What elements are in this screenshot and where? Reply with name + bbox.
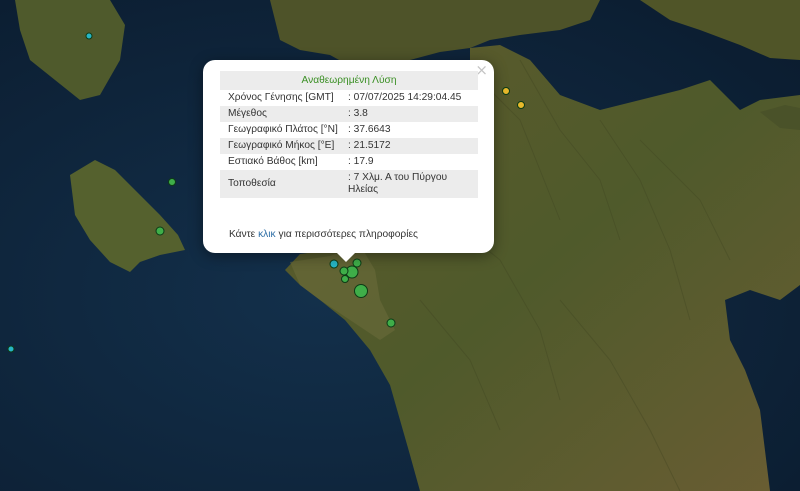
- quake-marker[interactable]: [168, 178, 176, 186]
- quake-marker[interactable]: [354, 284, 368, 298]
- table-row: Εστιακό Βάθος [km] : 17.9: [220, 154, 478, 170]
- location-value: : 7 Χλμ. Α του Πύργου Ηλείας: [343, 170, 478, 198]
- earthquake-info-popup: × Αναθεωρημένη Λύση Χρόνος Γένησης [GMT]…: [203, 60, 494, 253]
- quake-marker[interactable]: [155, 226, 165, 236]
- popup-tip: [336, 252, 356, 262]
- more-info-suffix: για περισσότερες πληροφορίες: [278, 229, 418, 240]
- magnitude-label: Μέγεθος: [220, 106, 343, 122]
- more-info-link[interactable]: κλικ: [258, 229, 276, 240]
- quake-marker[interactable]: [339, 266, 349, 276]
- table-row: Τοποθεσία : 7 Χλμ. Α του Πύργου Ηλείας: [220, 170, 478, 198]
- depth-label: Εστιακό Βάθος [km]: [228, 156, 318, 167]
- latitude-label: Γεωγραφικό Πλάτος [°N]: [228, 124, 338, 135]
- table-row: Χρόνος Γένησης [GMT] : 07/07/2025 14:29:…: [220, 90, 478, 106]
- more-info-line: Κάντε κλικ για περισσότερες πληροφορίες: [229, 229, 418, 240]
- more-info-prefix: Κάντε: [229, 229, 256, 240]
- latitude-value: : 37.6643: [348, 124, 391, 135]
- origin-time-value: : 07/07/2025 14:29:04.45: [348, 92, 462, 103]
- magnitude-value: : 3.8: [343, 106, 478, 122]
- quake-marker-cyan[interactable]: [7, 345, 15, 353]
- quake-marker-yellow[interactable]: [502, 87, 510, 95]
- quake-details-table: Αναθεωρημένη Λύση Χρόνος Γένησης [GMT] :…: [220, 71, 478, 198]
- quake-marker-yellow[interactable]: [517, 101, 525, 109]
- popup-title: Αναθεωρημένη Λύση: [220, 71, 478, 90]
- origin-time-label: Χρόνος Γένησης [GMT]: [228, 92, 334, 103]
- depth-value: : 17.9: [348, 156, 374, 167]
- table-row: Γεωγραφικό Πλάτος [°N] : 37.6643: [220, 122, 478, 138]
- popup-title-row: Αναθεωρημένη Λύση: [220, 71, 478, 90]
- quake-marker[interactable]: [386, 318, 396, 328]
- quake-marker-cyan[interactable]: [85, 32, 93, 40]
- table-row: Γεωγραφικό Μήκος [°E] : 21.5172: [220, 138, 478, 154]
- longitude-label: Γεωγραφικό Μήκος [°E]: [220, 138, 343, 154]
- quake-marker[interactable]: [341, 275, 349, 283]
- table-row: Μέγεθος : 3.8: [220, 106, 478, 122]
- longitude-value: : 21.5172: [343, 138, 478, 154]
- location-label: Τοποθεσία: [220, 170, 343, 198]
